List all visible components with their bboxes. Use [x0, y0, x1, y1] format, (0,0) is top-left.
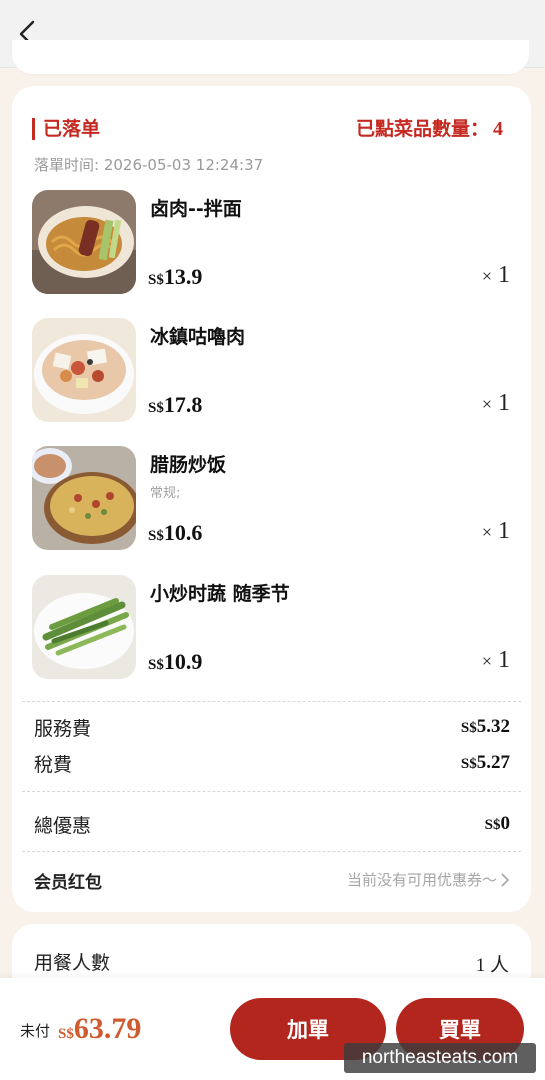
tax-value: S$5.27 [461, 752, 510, 774]
item-name: 卤肉--拌面 [150, 198, 242, 220]
item-image [32, 575, 136, 679]
price-amount: 10.6 [163, 520, 203, 545]
item-quantity: × 1 [482, 647, 510, 674]
item-count-label: 已點菜品數量： [355, 118, 489, 140]
order-card: 已落单 已點菜品數量： 4 落單时间: 2026-05-03 12:24:37 卤… [12, 86, 531, 912]
service-fee-amount: 5.32 [476, 716, 510, 737]
item-count-value: 4 [493, 118, 503, 140]
diners-value: 1 人 [475, 955, 509, 976]
order-time: 落單时间: 2026-05-03 12:24:37 [34, 154, 263, 175]
discount-value: S$0 [485, 813, 510, 835]
divider [22, 791, 521, 792]
item-image [32, 190, 136, 294]
order-item[interactable]: 腊肠炒饭 常规; S$10.6 × 1 [32, 446, 512, 550]
discount-amount: 0 [500, 813, 511, 834]
item-name: 小炒时蔬 随季节 [150, 583, 290, 605]
unpaid-label: 未付 [20, 1022, 51, 1040]
currency-symbol: S$ [148, 272, 164, 288]
item-image [32, 318, 136, 422]
order-status: 已落单 [32, 118, 100, 140]
coupon-label: 会员红包 [34, 873, 102, 893]
item-count: 已點菜品數量： 4 [356, 118, 503, 140]
quantity-value: 1 [498, 518, 510, 544]
item-quantity: × 1 [482, 390, 510, 417]
order-item[interactable]: 卤肉--拌面 S$13.9 × 1 [32, 190, 512, 294]
quantity-value: 1 [498, 390, 510, 416]
divider [22, 701, 521, 702]
quantity-value: 1 [498, 262, 510, 288]
price-amount: 10.9 [163, 649, 203, 674]
previous-card-stub [12, 40, 529, 74]
multiply-sign: × [481, 394, 492, 414]
discount-label: 總優惠 [34, 815, 92, 837]
total-amount: 63.79 [73, 1012, 142, 1045]
order-time-value: 2026-05-03 12:24:37 [103, 156, 264, 174]
chevron-right-icon [501, 872, 510, 887]
item-price: S$17.8 [148, 392, 202, 418]
order-item[interactable]: 小炒时蔬 随季节 S$10.9 × 1 [32, 575, 512, 679]
multiply-sign: × [481, 266, 492, 286]
currency-symbol: S$ [460, 720, 477, 736]
tax-label: 稅費 [34, 754, 73, 776]
divider [22, 851, 521, 852]
price-amount: 17.8 [163, 392, 203, 417]
coupon-row[interactable]: 会员红包 当前没有可用优惠券～ [34, 864, 510, 894]
tax-row: 稅費 S$5.27 [34, 748, 510, 778]
tax-amount: 5.27 [476, 752, 510, 773]
item-image [32, 446, 136, 550]
currency-symbol: S$ [148, 657, 164, 673]
currency-symbol: S$ [484, 817, 501, 833]
item-name: 腊肠炒饭 [150, 454, 227, 476]
quantity-value: 1 [498, 647, 510, 673]
item-price: S$13.9 [148, 264, 202, 290]
item-quantity: × 1 [482, 518, 510, 545]
order-item[interactable]: 冰鎮咕嚕肉 S$17.8 × 1 [32, 318, 512, 422]
coupon-value[interactable]: 当前没有可用优惠券～ [347, 869, 510, 890]
multiply-sign: × [481, 651, 492, 671]
price-amount: 13.9 [163, 264, 203, 289]
diners-label: 用餐人數 [34, 952, 111, 974]
item-quantity: × 1 [482, 262, 510, 289]
unpaid-total: S$63.79 [58, 1012, 141, 1046]
item-options: 常规; [150, 486, 181, 501]
service-fee-row: 服務費 S$5.32 [34, 712, 510, 742]
currency-symbol: S$ [58, 1026, 74, 1042]
discount-row: 總優惠 S$0 [34, 809, 510, 839]
currency-symbol: S$ [148, 528, 164, 544]
coupon-status-text: 当前没有可用优惠券～ [346, 871, 497, 889]
multiply-sign: × [481, 522, 492, 542]
item-price: S$10.6 [148, 520, 202, 546]
item-price: S$10.9 [148, 649, 202, 675]
watermark: northeasteats.com [344, 1043, 536, 1073]
order-time-label: 落單时间: [34, 156, 100, 174]
item-name: 冰鎮咕嚕肉 [150, 326, 246, 348]
currency-symbol: S$ [460, 756, 477, 772]
service-fee-label: 服務費 [34, 718, 92, 740]
currency-symbol: S$ [148, 400, 164, 416]
service-fee-value: S$5.32 [461, 716, 510, 738]
